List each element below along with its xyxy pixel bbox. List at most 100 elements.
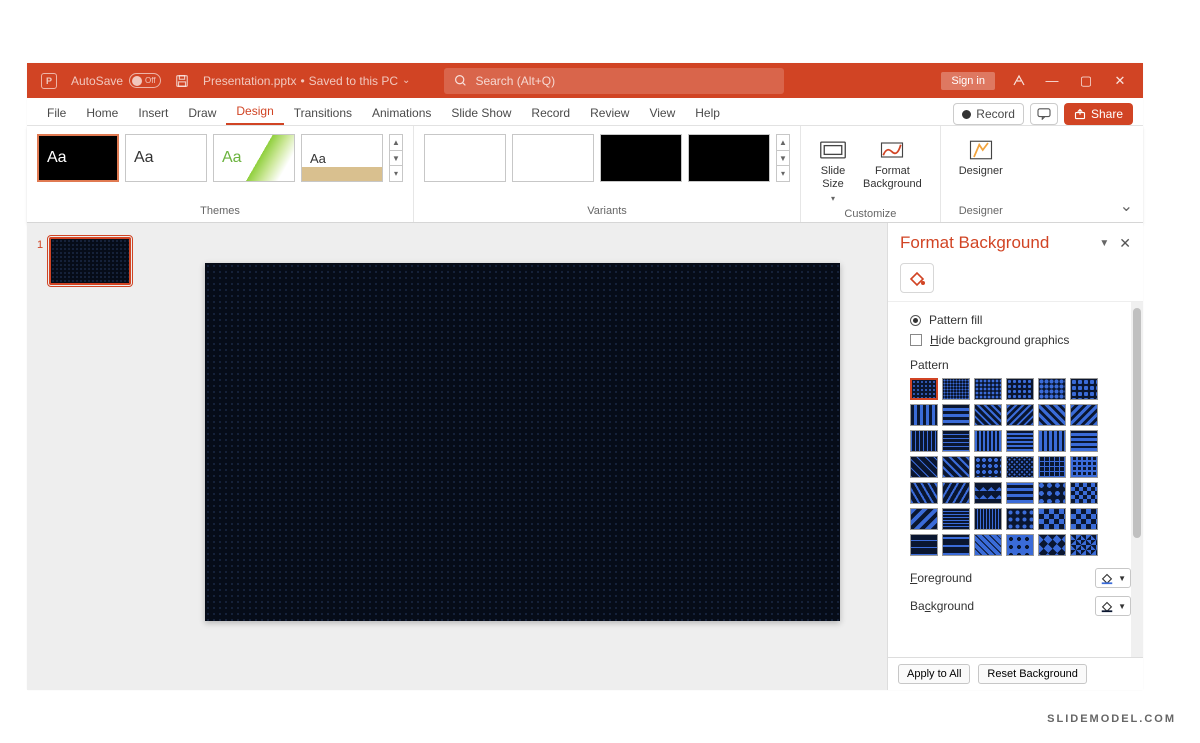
pattern-swatch[interactable]: [1038, 404, 1066, 426]
tab-transitions[interactable]: Transitions: [284, 100, 362, 125]
save-icon[interactable]: [175, 74, 189, 88]
pane-footer: Apply to All Reset Background: [888, 657, 1143, 690]
pattern-swatch[interactable]: [910, 456, 938, 478]
themes-scroll-up[interactable]: ▲: [390, 135, 402, 151]
pattern-swatch[interactable]: [1070, 534, 1098, 556]
slide-canvas-area: [157, 223, 887, 690]
designer-icon: [967, 138, 995, 162]
theme-option-4[interactable]: Aa: [301, 134, 383, 182]
pattern-swatch[interactable]: [1006, 378, 1034, 400]
pattern-swatch[interactable]: [974, 508, 1002, 530]
pattern-swatch[interactable]: [1006, 482, 1034, 504]
search-input[interactable]: Search (Alt+Q): [444, 68, 784, 94]
share-button[interactable]: Share: [1064, 103, 1133, 125]
pattern-fill-option[interactable]: Pattern fill: [910, 310, 1137, 330]
pattern-swatch[interactable]: [974, 456, 1002, 478]
pattern-swatch[interactable]: [1038, 482, 1066, 504]
tab-insert[interactable]: Insert: [128, 100, 178, 125]
themes-expand[interactable]: ▾: [390, 166, 402, 181]
pattern-swatch[interactable]: [1006, 456, 1034, 478]
variants-gallery-nav[interactable]: ▲▼▾: [776, 134, 790, 182]
pattern-swatch[interactable]: [910, 534, 938, 556]
maximize-button[interactable]: ▢: [1077, 73, 1095, 89]
slide-size-button[interactable]: Slide Size ▾: [811, 134, 855, 208]
pattern-swatch[interactable]: [1070, 456, 1098, 478]
pattern-swatch[interactable]: [974, 534, 1002, 556]
reset-background-button[interactable]: Reset Background: [978, 664, 1087, 684]
current-slide[interactable]: [205, 263, 840, 621]
pattern-swatch[interactable]: [974, 404, 1002, 426]
pattern-swatch[interactable]: [942, 404, 970, 426]
pattern-swatch[interactable]: [942, 430, 970, 452]
format-background-button[interactable]: Format Background: [855, 134, 930, 208]
pattern-swatch[interactable]: [1070, 482, 1098, 504]
record-button[interactable]: Record: [953, 103, 1024, 125]
tab-design[interactable]: Design: [226, 98, 283, 125]
pattern-swatch[interactable]: [942, 534, 970, 556]
document-title[interactable]: Presentation.pptx • Saved to this PC ⌄: [203, 74, 410, 88]
pattern-swatch[interactable]: [1070, 378, 1098, 400]
pattern-swatch[interactable]: [942, 378, 970, 400]
pattern-swatch[interactable]: [910, 404, 938, 426]
pattern-swatch[interactable]: [974, 430, 1002, 452]
pattern-swatch[interactable]: [1038, 508, 1066, 530]
variant-1[interactable]: [424, 134, 506, 182]
background-color-picker[interactable]: ▼: [1095, 596, 1131, 616]
pattern-swatch[interactable]: [1038, 378, 1066, 400]
tab-draw[interactable]: Draw: [178, 100, 226, 125]
pattern-swatch[interactable]: [942, 482, 970, 504]
pattern-swatch[interactable]: [1006, 508, 1034, 530]
fill-tab-button[interactable]: [900, 263, 934, 293]
tab-review[interactable]: Review: [580, 100, 639, 125]
signin-button[interactable]: Sign in: [941, 72, 995, 90]
pattern-swatch[interactable]: [942, 456, 970, 478]
pattern-swatch[interactable]: [1070, 430, 1098, 452]
pattern-swatch[interactable]: [1006, 534, 1034, 556]
pattern-swatch[interactable]: [1038, 456, 1066, 478]
themes-scroll-down[interactable]: ▼: [390, 151, 402, 167]
collapse-ribbon-button[interactable]: ⌄: [1110, 190, 1143, 222]
tab-help[interactable]: Help: [685, 100, 730, 125]
minimize-button[interactable]: ―: [1043, 73, 1061, 88]
theme-option-3[interactable]: Aa: [213, 134, 295, 182]
pattern-swatch[interactable]: [910, 378, 938, 400]
variant-3[interactable]: [600, 134, 682, 182]
theme-option-1[interactable]: Aa: [37, 134, 119, 182]
pane-close-button[interactable]: ✕: [1119, 235, 1131, 252]
pattern-swatch[interactable]: [910, 482, 938, 504]
pane-title: Format Background: [900, 233, 1099, 253]
variant-4[interactable]: [688, 134, 770, 182]
tab-slideshow[interactable]: Slide Show: [441, 100, 521, 125]
tab-view[interactable]: View: [639, 100, 685, 125]
apply-to-all-button[interactable]: Apply to All: [898, 664, 970, 684]
autosave-toggle[interactable]: AutoSave Off: [71, 73, 161, 88]
themes-gallery-nav[interactable]: ▲ ▼ ▾: [389, 134, 403, 182]
tab-animations[interactable]: Animations: [362, 100, 441, 125]
variant-2[interactable]: [512, 134, 594, 182]
pattern-swatch[interactable]: [1006, 404, 1034, 426]
pattern-swatch[interactable]: [1006, 430, 1034, 452]
pane-options-chevron-icon[interactable]: ▼: [1099, 238, 1109, 249]
theme-option-2[interactable]: Aa: [125, 134, 207, 182]
foreground-color-picker[interactable]: ▼: [1095, 568, 1131, 588]
pattern-swatch[interactable]: [942, 508, 970, 530]
pattern-swatch[interactable]: [1070, 404, 1098, 426]
close-button[interactable]: ✕: [1111, 73, 1129, 89]
pattern-swatch[interactable]: [910, 430, 938, 452]
tab-home[interactable]: Home: [76, 100, 128, 125]
pane-scrollbar[interactable]: [1131, 302, 1143, 657]
pattern-swatch[interactable]: [1070, 508, 1098, 530]
tab-record[interactable]: Record: [521, 100, 580, 125]
pattern-swatch[interactable]: [1038, 430, 1066, 452]
hide-bg-graphics-option[interactable]: Hide background graphics: [910, 330, 1137, 350]
designer-button[interactable]: Designer: [951, 134, 1011, 182]
comments-button[interactable]: [1030, 103, 1058, 125]
pattern-section-header[interactable]: Pattern: [910, 350, 1137, 376]
pattern-swatch[interactable]: [1038, 534, 1066, 556]
tab-file[interactable]: File: [37, 100, 76, 125]
coming-soon-icon[interactable]: [1011, 73, 1027, 89]
pattern-swatch[interactable]: [974, 378, 1002, 400]
pattern-swatch[interactable]: [910, 508, 938, 530]
slide-thumbnail-1[interactable]: 1: [37, 237, 147, 285]
pattern-swatch[interactable]: [974, 482, 1002, 504]
